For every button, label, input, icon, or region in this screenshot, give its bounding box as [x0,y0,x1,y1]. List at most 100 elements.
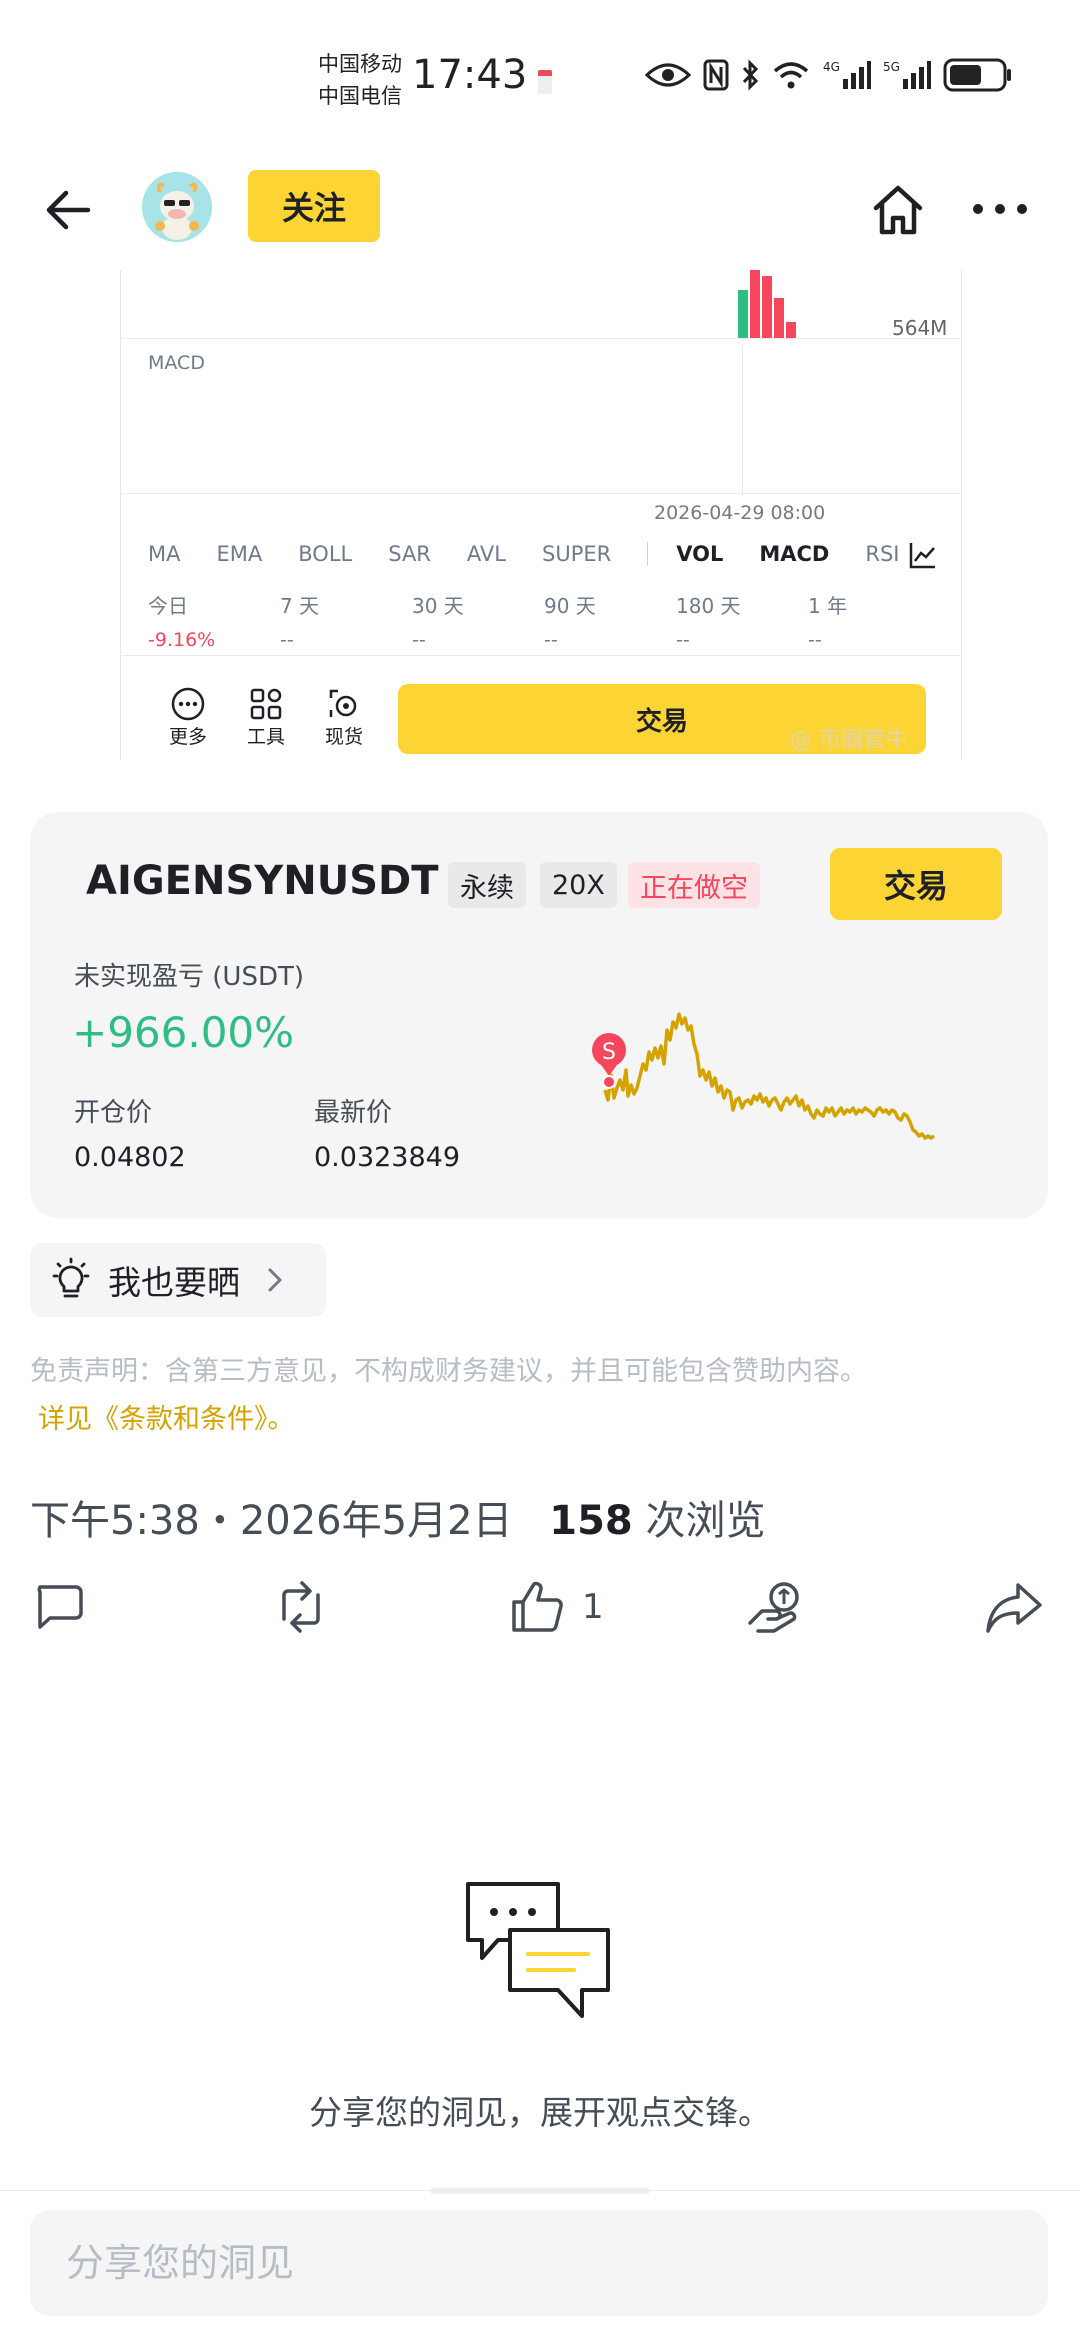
volume-bars [738,270,808,338]
tag-side: 正在做空 [628,862,760,908]
eye-icon [645,63,691,87]
volume-bar [762,276,772,338]
perf-7d: 7 天 -- [280,590,412,651]
position-trade-button[interactable]: 交易 [830,848,1002,920]
follow-button[interactable]: 关注 [248,170,380,242]
perf-label: 1 年 [808,594,848,618]
chat-bubbles-icon [466,1882,610,2018]
pnl-value: +966.00% [72,1008,295,1057]
crosshair-line [742,345,743,495]
perf-90d: 90 天 -- [544,590,676,651]
chart-tool-more[interactable]: 更多 [158,686,218,749]
share-button[interactable] [984,1576,1044,1638]
indicator-ma[interactable]: MA [148,542,180,566]
indicator-avl[interactable]: AVL [467,542,506,566]
perf-value: -- [676,629,690,651]
share-mine-button[interactable]: 我也要晒 [30,1243,326,1317]
avatar[interactable] [142,172,212,242]
perf-value: -- [280,629,294,651]
chart-tool-spot[interactable]: 现货 [314,686,374,749]
chart-tool-label: 更多 [168,726,207,748]
indicator-boll[interactable]: BOLL [298,542,352,566]
signal-4g-icon: 4G [823,60,871,89]
like-button[interactable]: 1 [508,1576,604,1638]
carrier-2: 中国电信 [318,84,402,108]
comment-input[interactable] [30,2210,1048,2316]
performance-row: 今日 -9.16% 7 天 -- 30 天 -- 90 天 -- 180 天 -… [148,590,940,651]
view-count: 158 [549,1498,633,1544]
perf-value: -9.16% [148,629,216,651]
grid-tools-icon [250,688,282,720]
indicator-vol[interactable]: VOL [676,542,723,566]
pnl-label: 未实现盈亏 (USDT) [74,962,304,992]
perf-30d: 30 天 -- [412,590,544,651]
indicator-tabs: MA EMA BOLL SAR AVL SUPER VOL MACD RSI [148,542,935,566]
perf-label: 7 天 [280,594,320,618]
post-meta: 下午5:38・2026年5月2日 158 次浏览 [30,1488,765,1546]
divider [120,338,960,339]
comment-button[interactable] [30,1576,86,1638]
volume-bar [738,290,748,338]
sell-marker-dot [602,1075,616,1089]
bluetooth-icon [742,59,759,91]
indicator-sar[interactable]: SAR [388,542,431,566]
battery-icon [943,58,1011,92]
price-sparkline: S [592,1012,935,1140]
sell-marker-label: S [602,1040,616,1065]
tag-leverage: 20X [540,862,617,908]
entry-price-label: 开仓价 [74,1098,153,1128]
last-price-label: 最新价 [314,1098,393,1128]
indicator-super[interactable]: SUPER [542,542,611,566]
svg-text:4G: 4G [823,60,840,74]
scroll-indicator [430,2188,650,2194]
sparkline-path [603,1012,935,1140]
empty-state-text: 分享您的洞见，展开观点交锋。 [309,2093,771,2132]
last-price-value: 0.0323849 [314,1142,461,1173]
perf-180d: 180 天 -- [676,590,808,651]
share-mine-label: 我也要晒 [108,1263,240,1302]
repost-icon [282,1581,320,1633]
chevron-right-icon [268,1268,282,1292]
volume-bar [774,298,784,338]
position-symbol: AIGENSYNUSDT [86,858,439,904]
repost-button[interactable] [270,1576,332,1638]
perf-today: 今日 -9.16% [148,590,280,651]
carrier-1: 中国移动 [318,52,402,76]
indicator-settings-button[interactable] [908,540,938,570]
svg-text:5G: 5G [883,60,900,74]
indicator-macd[interactable]: MACD [759,542,829,566]
chart-tool-tools[interactable]: 工具 [236,686,296,749]
like-count: 1 [582,1587,604,1627]
status-carrier: 中国移动 中国电信 [318,48,402,112]
wifi-icon [773,62,809,89]
indicator-rsi[interactable]: RSI [865,542,899,566]
disclaimer-text: 免责声明：含第三方意见，不构成财务建议，并且可能包含赞助内容。 [30,1356,867,1387]
divider [120,655,960,656]
view-label: 次浏览 [645,1498,766,1544]
indicator-separator [647,542,649,566]
indicator-ema[interactable]: EMA [216,542,262,566]
status-time: 17:43 [412,52,528,98]
chart-date: 2026-04-29 08:00 [654,502,826,524]
volume-bar [786,322,796,338]
volume-axis-label: 564M [892,316,948,340]
notification-icon [538,70,552,94]
perf-label: 90 天 [544,594,596,618]
more-options-button[interactable] [970,198,1030,220]
perf-value: -- [544,629,558,651]
perf-1y: 1 年 -- [808,590,940,651]
home-button[interactable] [868,180,928,240]
watermark: @ 币圈管牛 [790,728,907,753]
chart-line-icon [909,543,935,569]
terms-link[interactable]: 详见《条款和条件》。 [38,1396,1040,1444]
signal-5g-icon: 5G [883,60,931,89]
tip-button[interactable] [746,1576,806,1638]
lightbulb-icon [52,1257,90,1298]
more-horizontal-icon [973,204,1027,214]
share-arrow-icon [986,1583,1042,1633]
perf-label: 今日 [148,594,188,618]
back-button[interactable] [40,180,110,240]
tip-hand-icon [748,1582,799,1633]
nfc-icon [703,59,729,91]
comment-icon [37,1585,83,1629]
